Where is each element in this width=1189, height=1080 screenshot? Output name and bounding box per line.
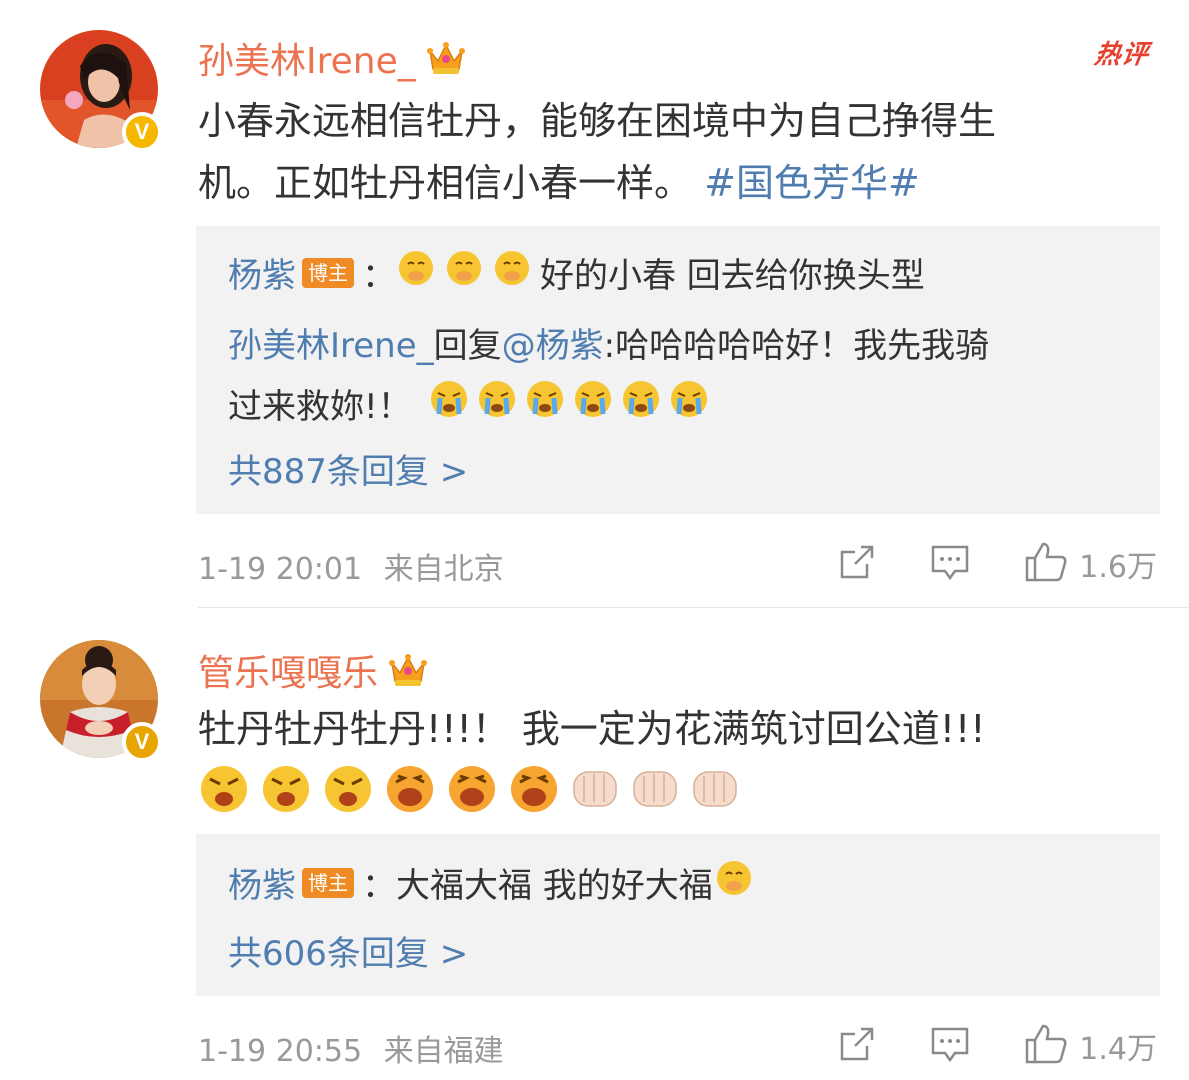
comment-author[interactable]: 孙美林Irene_	[198, 32, 466, 84]
share-icon[interactable]	[837, 1024, 877, 1068]
reply-separator: ：	[362, 256, 396, 296]
reply-text: 过来救妳!！	[228, 387, 412, 427]
host-badge: 博主	[302, 257, 354, 288]
divider	[198, 607, 1189, 608]
comment-text-line: 小春永远相信牡丹，能够在困境中为自己挣得生	[198, 99, 997, 143]
verified-badge-icon: V	[122, 112, 162, 152]
comment-text: 小春永远相信牡丹，能够在困境中为自己挣得生 机。正如牡丹相信小春一样。 #国色芳…	[198, 90, 1158, 214]
timestamp: 1-19 20:01	[198, 552, 363, 587]
crying-emoji-icon	[428, 378, 710, 429]
avatar[interactable]: V	[40, 30, 162, 152]
comment-meta: 1-19 20:55 来自福建	[198, 1026, 504, 1070]
comment-text: 牡丹牡丹牡丹!!!！ 我一定为花满筑讨回公道!!!	[198, 698, 1158, 760]
comment-icon[interactable]	[929, 1024, 971, 1068]
comment-actions: 1.4万	[837, 1022, 1157, 1070]
thumbs-up-icon[interactable]	[1023, 540, 1069, 588]
verified-badge-icon: V	[122, 722, 162, 762]
angry-emoji-icon	[201, 766, 737, 812]
mention-link[interactable]: @杨紫	[502, 318, 604, 367]
reply-item-continued: 过来救妳!！	[228, 378, 710, 429]
reply-author[interactable]: 杨紫	[228, 248, 296, 297]
comment-meta: 1-19 20:01 来自北京	[198, 544, 504, 588]
emoji-row	[198, 762, 758, 820]
location: 来自福建	[383, 1034, 504, 1069]
crown-icon	[426, 39, 466, 77]
reply-item[interactable]: 杨紫 博主 ： 好的小春 回去给你换头型	[228, 248, 925, 297]
reply-text: :哈哈哈哈哈好！我先我骑	[603, 326, 990, 366]
reply-separator: ：	[362, 866, 396, 906]
reply-word: 回复	[433, 326, 502, 366]
comment-author-name[interactable]: 孙美林Irene_	[198, 32, 416, 84]
comment-actions: 1.6万	[837, 540, 1157, 588]
comment-text-line: 机。正如牡丹相信小春一样。	[198, 161, 693, 205]
sad-emoji-icon	[713, 858, 755, 907]
reply-text: 好的小春 回去给你换头型	[540, 256, 925, 296]
comment-item: V 管乐嘎嘎乐 牡丹牡丹牡丹!!!！ 我一定为花满筑讨回公道!!! 杨紫 博主 …	[0, 612, 1189, 1080]
comment-author-name[interactable]: 管乐嘎嘎乐	[198, 644, 378, 696]
reply-author[interactable]: 杨紫	[228, 858, 296, 907]
reply-author[interactable]: 孙美林Irene_	[228, 318, 434, 367]
like-count: 1.4万	[1079, 1032, 1157, 1067]
crown-icon	[388, 651, 428, 689]
hashtag-link[interactable]: #国色芳华#	[704, 161, 920, 205]
avatar[interactable]: V	[40, 640, 162, 762]
reply-box[interactable]: 杨紫 博主 ： 好的小春 回去给你换头型 孙美林Irene_ 回复 @杨紫 :哈…	[196, 226, 1160, 514]
share-icon[interactable]	[837, 542, 877, 586]
thumbs-up-icon[interactable]	[1023, 1022, 1069, 1070]
sad-emoji-icon	[396, 248, 540, 297]
location: 来自北京	[383, 552, 504, 587]
reply-text: 大福大福 我的好大福	[396, 866, 713, 906]
more-replies-link[interactable]: 共606条回复 >	[228, 926, 468, 975]
host-badge: 博主	[302, 867, 354, 898]
reply-box[interactable]: 杨紫 博主 ： 大福大福 我的好大福 共606条回复 >	[196, 834, 1160, 996]
more-replies-link[interactable]: 共887条回复 >	[228, 444, 468, 493]
reply-item[interactable]: 杨紫 博主 ： 大福大福 我的好大福	[228, 858, 755, 907]
reply-item[interactable]: 孙美林Irene_ 回复 @杨紫 :哈哈哈哈哈好！我先我骑	[228, 318, 989, 367]
comment-author[interactable]: 管乐嘎嘎乐	[198, 644, 428, 696]
comment-item: V 孙美林Irene_ 热评 小春永远相信牡丹，能够在困境中为自己挣得生 机。正…	[0, 0, 1189, 608]
comment-text-line: 牡丹牡丹牡丹!!!！ 我一定为花满筑讨回公道!!!	[198, 707, 986, 751]
timestamp: 1-19 20:55	[198, 1034, 363, 1069]
comment-icon[interactable]	[929, 542, 971, 586]
hot-comment-tag: 热评	[1092, 40, 1151, 70]
like-count: 1.6万	[1079, 550, 1157, 585]
